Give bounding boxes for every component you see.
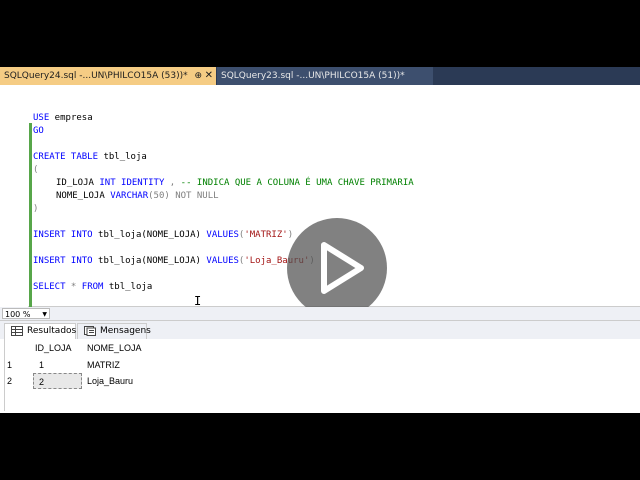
ssms-window: SQLQuery24.sql -...UN\PHILCO15A (53))* ⊕… — [0, 67, 640, 413]
play-icon — [321, 242, 364, 294]
video-play-button[interactable] — [287, 218, 387, 318]
close-icon[interactable]: ✕ — [205, 67, 213, 85]
code-line: ( — [33, 165, 39, 175]
code-line: SELECT * FROM tbl_loja — [33, 282, 153, 292]
table-cell[interactable]: Loja_Bauru — [87, 373, 151, 389]
zoom-bar: 100 % ▼ — [0, 307, 640, 321]
row-number[interactable]: 2 — [7, 373, 27, 389]
tab-sqlquery23[interactable]: SQLQuery23.sql -...UN\PHILCO15A (51))* — [217, 67, 433, 85]
table-cell[interactable]: 1 — [35, 357, 83, 373]
zoom-select[interactable]: 100 % ▼ — [2, 308, 50, 319]
code-line: USE empresa — [33, 113, 93, 123]
tab-label: Mensagens — [100, 326, 151, 336]
results-tab-bar: Resultados Mensagens — [0, 321, 640, 339]
tab-label: SQLQuery24.sql -...UN\PHILCO15A (53))* — [4, 71, 188, 81]
results-grid[interactable]: ID_LOJA NOME_LOJA 1 1 MATRIZ 2 2 Loja_Ba… — [4, 339, 640, 411]
pin-icon[interactable]: ⊕ — [194, 67, 202, 85]
code-line: ) — [33, 204, 39, 214]
tab-sqlquery24[interactable]: SQLQuery24.sql -...UN\PHILCO15A (53))* ⊕… — [0, 67, 216, 85]
tab-resultados[interactable]: Resultados — [4, 323, 76, 339]
code-line: INSERT INTO tbl_loja(NOME_LOJA) VALUES('… — [33, 230, 294, 240]
tab-mensagens[interactable]: Mensagens — [77, 323, 151, 339]
document-tab-bar: SQLQuery24.sql -...UN\PHILCO15A (53))* ⊕… — [0, 67, 640, 85]
code-line: CREATE TABLE tbl_loja — [33, 152, 147, 162]
column-header-id-loja[interactable]: ID_LOJA — [35, 341, 83, 355]
change-indicator-bar — [29, 123, 32, 309]
code-line: INSERT INTO tbl_loja(NOME_LOJA) VALUES('… — [33, 256, 315, 266]
row-number[interactable]: 1 — [7, 357, 27, 373]
code-line: GO — [33, 126, 44, 136]
code-line: NOME_LOJA VARCHAR(50) NOT NULL — [56, 191, 219, 201]
editor-gutter — [0, 85, 32, 309]
selected-table-cell[interactable]: 2 — [33, 373, 82, 389]
zoom-value: 100 % — [5, 310, 31, 319]
tab-label: Resultados — [27, 326, 77, 336]
text-cursor-icon: I — [194, 294, 202, 308]
column-header-nome-loja[interactable]: NOME_LOJA — [87, 341, 151, 355]
table-cell[interactable]: MATRIZ — [87, 357, 151, 373]
grid-icon — [11, 326, 23, 336]
messages-icon — [84, 326, 96, 336]
tab-label: SQLQuery23.sql -...UN\PHILCO15A (51))* — [221, 71, 405, 81]
code-line: ID_LOJA INT IDENTITY , -- INDICA QUE A C… — [56, 178, 414, 188]
chevron-down-icon: ▼ — [42, 311, 47, 318]
